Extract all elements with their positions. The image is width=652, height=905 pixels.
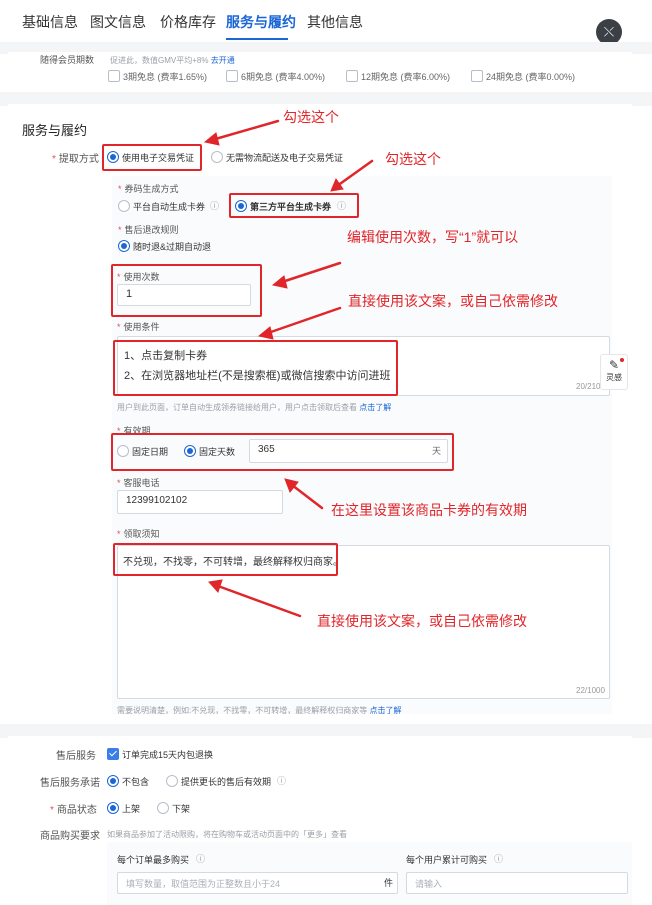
arrow-3	[280, 261, 342, 284]
arrow-4-head	[257, 326, 274, 340]
arrow-5-head	[284, 478, 299, 493]
arrow-5	[290, 483, 324, 510]
arrow-4	[266, 306, 342, 335]
arrow-1-head	[203, 132, 220, 146]
arrow-1	[210, 119, 280, 142]
annotation-arrows	[203, 119, 374, 618]
arrow-6	[216, 584, 302, 618]
arrow-2-head	[330, 177, 344, 192]
arrow-2	[335, 159, 374, 188]
arrow-6-head	[208, 579, 223, 593]
arrow-3-head	[271, 275, 288, 289]
